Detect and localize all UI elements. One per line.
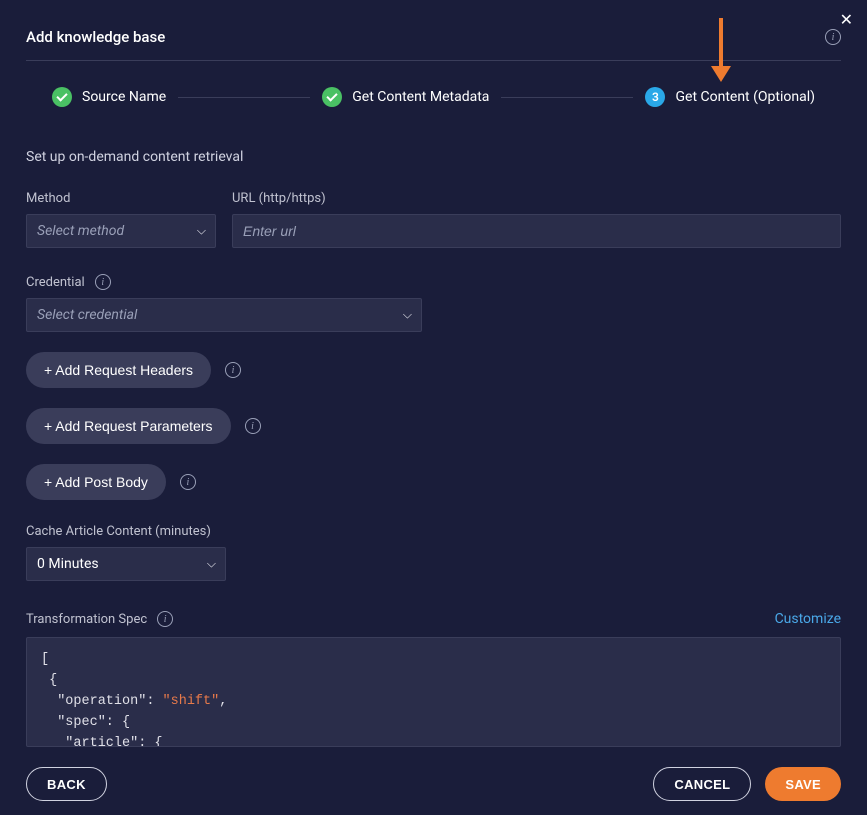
- modal-footer: BACK CANCEL SAVE: [26, 767, 841, 801]
- check-icon: [322, 87, 342, 107]
- step-get-content-optional[interactable]: 3 Get Content (Optional): [645, 87, 815, 107]
- add-post-body-button[interactable]: + Add Post Body: [26, 464, 166, 500]
- info-icon[interactable]: i: [95, 274, 111, 290]
- url-label: URL (http/https): [232, 191, 841, 206]
- method-select[interactable]: Select method: [26, 214, 216, 248]
- step-get-content-metadata[interactable]: Get Content Metadata: [322, 87, 489, 107]
- transformation-spec-code[interactable]: [ { "operation": "shift", "spec": { "art…: [26, 637, 841, 747]
- cancel-button[interactable]: CANCEL: [653, 767, 751, 801]
- check-icon: [52, 87, 72, 107]
- info-icon[interactable]: i: [245, 418, 261, 434]
- step-divider: [501, 97, 633, 98]
- save-button[interactable]: SAVE: [765, 767, 841, 801]
- section-description: Set up on-demand content retrieval: [26, 107, 841, 165]
- step-number-badge: 3: [645, 87, 665, 107]
- back-button[interactable]: BACK: [26, 767, 107, 801]
- info-icon[interactable]: i: [225, 362, 241, 378]
- step-source-name[interactable]: Source Name: [52, 87, 166, 107]
- method-label: Method: [26, 191, 216, 206]
- stepper: Source Name Get Content Metadata 3 Get C…: [26, 61, 841, 107]
- info-icon[interactable]: i: [180, 474, 196, 490]
- close-icon[interactable]: ✕: [840, 10, 853, 29]
- cache-select[interactable]: 0 Minutes: [26, 547, 226, 581]
- url-input[interactable]: [232, 214, 841, 248]
- customize-link[interactable]: Customize: [775, 611, 841, 627]
- info-icon[interactable]: i: [157, 611, 173, 627]
- add-request-parameters-button[interactable]: + Add Request Parameters: [26, 408, 231, 444]
- add-request-headers-button[interactable]: + Add Request Headers: [26, 352, 211, 388]
- info-icon[interactable]: i: [825, 29, 841, 45]
- modal-title: Add knowledge base: [26, 28, 165, 46]
- add-knowledge-base-modal: ✕ Add knowledge base i Source Name Get C…: [0, 0, 867, 815]
- credential-select[interactable]: Select credential: [26, 298, 422, 332]
- cache-label: Cache Article Content (minutes): [26, 524, 226, 539]
- credential-label: Credential: [26, 275, 85, 290]
- step-divider: [178, 97, 310, 98]
- transformation-spec-label: Transformation Spec: [26, 612, 147, 627]
